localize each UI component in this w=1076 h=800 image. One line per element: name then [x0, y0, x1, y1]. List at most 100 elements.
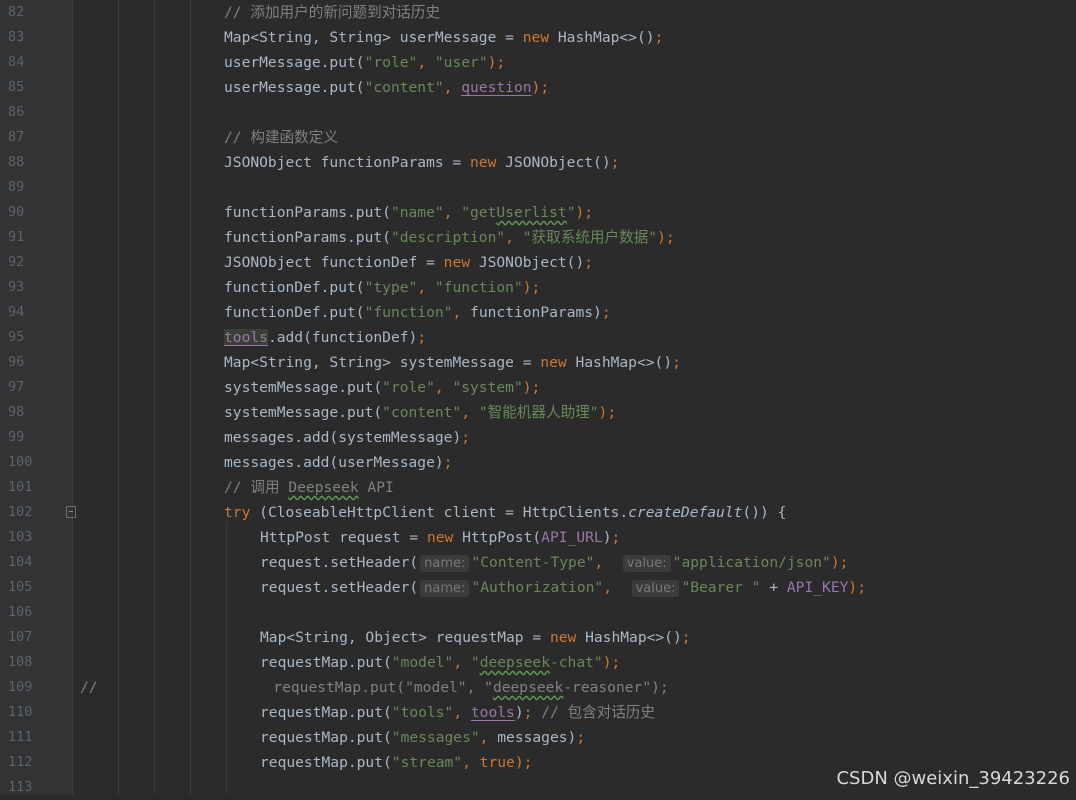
- code-token: (CloseableHttpClient client = HttpClient…: [259, 504, 629, 521]
- code-token: new: [470, 154, 506, 171]
- code-text: Map<String, String> systemMessage = new …: [224, 350, 681, 375]
- code-line[interactable]: 106: [0, 600, 1076, 625]
- code-line[interactable]: 105 request.setHeader(name: "Authorization…: [0, 575, 1076, 600]
- line-number: 96: [8, 354, 25, 370]
- code-line[interactable]: 95 tools.add(functionDef);: [0, 325, 1076, 350]
- code-line[interactable]: 90 functionParams.put("name", "getUserlis…: [0, 200, 1076, 225]
- code-token: "content": [364, 79, 444, 96]
- code-line[interactable]: 85 userMessage.put("content", question);: [0, 75, 1076, 100]
- code-token: ,: [443, 204, 462, 221]
- line-number: 94: [8, 304, 25, 320]
- code-line[interactable]: 88 JSONObject functionParams = new JSONOb…: [0, 150, 1076, 175]
- code-token: requestMap.put(: [260, 654, 392, 671]
- parameter-hint: name:: [420, 555, 470, 572]
- line-number: 83: [8, 29, 25, 45]
- code-token: ;: [584, 254, 594, 271]
- code-token: JSONObject functionDef =: [224, 254, 444, 271]
- code-line[interactable]: 91 functionParams.put("description", "获取系…: [0, 225, 1076, 250]
- code-token: );: [522, 279, 541, 296]
- code-token: ,: [453, 654, 471, 671]
- code-line[interactable]: 93 functionDef.put("type", "function");: [0, 275, 1076, 300]
- code-token: ,: [453, 704, 471, 721]
- code-text: userMessage.put("content", question);: [224, 75, 549, 100]
- code-line[interactable]: 103 HttpPost request = new HttpPost(API_U…: [0, 525, 1076, 550]
- code-text: // 添加用户的新问题到对话历史: [224, 0, 440, 25]
- code-token: "name": [390, 204, 444, 221]
- code-token: "user": [434, 54, 488, 71]
- code-text: userMessage.put("role", "user");: [224, 50, 505, 75]
- code-text: systemMessage.put("role", "system");: [224, 375, 540, 400]
- code-line[interactable]: 107 Map<String, Object> requestMap = new …: [0, 625, 1076, 650]
- code-token: messages): [497, 729, 577, 746]
- code-line[interactable]: 109 // requestMap.put("model", "deepseek-…: [0, 675, 1076, 700]
- code-token: ()) {: [742, 504, 787, 521]
- code-token: ,: [479, 729, 498, 746]
- code-line[interactable]: 111 requestMap.put("messages", messages);: [0, 725, 1076, 750]
- code-token: "Content-Type": [471, 554, 595, 571]
- code-text: systemMessage.put("content", "智能机器人助理");: [224, 400, 616, 425]
- line-number: 105: [8, 579, 33, 595]
- code-line[interactable]: 110 requestMap.put("tools", tools); // 包含…: [0, 700, 1076, 725]
- code-token: "system": [452, 379, 523, 396]
- code-line[interactable]: 89: [0, 175, 1076, 200]
- code-token: functionDef.put(: [224, 279, 365, 296]
- code-line[interactable]: 82 // 添加用户的新问题到对话历史: [0, 0, 1076, 25]
- line-number: 98: [8, 404, 25, 420]
- code-line[interactable]: 86: [0, 100, 1076, 125]
- line-number: 86: [8, 104, 25, 120]
- code-token: ,: [462, 754, 480, 771]
- code-line[interactable]: 98 systemMessage.put("content", "智能机器人助理"…: [0, 400, 1076, 425]
- code-token: API_KEY: [786, 579, 849, 596]
- code-line[interactable]: 102 try (CloseableHttpClient client = Htt…: [0, 500, 1076, 525]
- line-number: 97: [8, 379, 25, 395]
- code-token: functionDef.put(: [224, 304, 365, 321]
- code-line[interactable]: 84 userMessage.put("role", "user");: [0, 50, 1076, 75]
- code-token: messages.add(userMessage): [224, 454, 444, 471]
- code-line[interactable]: 87 // 构建函数定义: [0, 125, 1076, 150]
- code-text: // requestMap.put("model", "deepseek-rea…: [80, 675, 669, 700]
- code-line[interactable]: 100 messages.add(userMessage);: [0, 450, 1076, 475]
- line-number: 110: [8, 704, 33, 720]
- code-token: requestMap.put(: [260, 704, 392, 721]
- code-line[interactable]: 108 requestMap.put("model", "deepseek-cha…: [0, 650, 1076, 675]
- code-line[interactable]: 92 JSONObject functionDef = new JSONObjec…: [0, 250, 1076, 275]
- code-token: "Authorization": [471, 579, 604, 596]
- code-token: try: [224, 504, 260, 521]
- code-token: ,: [443, 79, 462, 96]
- code-line[interactable]: 99 messages.add(systemMessage);: [0, 425, 1076, 450]
- code-editor[interactable]: 82 // 添加用户的新问题到对话历史 83 Map<String, String> …: [0, 0, 1076, 795]
- code-token: "description": [390, 229, 506, 246]
- code-token: request.setHeader(: [260, 579, 419, 596]
- line-number: 84: [8, 54, 25, 70]
- code-token: Userlist: [496, 204, 567, 221]
- line-number: 109: [8, 679, 33, 695]
- code-token: // requestMap.put("model", ": [80, 679, 493, 696]
- line-number: 91: [8, 229, 25, 245]
- code-line[interactable]: 104 request.setHeader(name: "Content-Type"…: [0, 550, 1076, 575]
- code-line[interactable]: 94 functionDef.put("function", functionPa…: [0, 300, 1076, 325]
- line-number: 111: [8, 729, 33, 745]
- code-token: ,: [505, 229, 523, 246]
- code-line[interactable]: 96 Map<String, String> systemMessage = ne…: [0, 350, 1076, 375]
- code-token: ,: [452, 304, 471, 321]
- code-line[interactable]: 101 // 调用 Deepseek API: [0, 475, 1076, 500]
- code-line[interactable]: 83 Map<String, String> userMessage = new …: [0, 25, 1076, 50]
- code-token: ,: [434, 379, 453, 396]
- code-token: question: [461, 79, 532, 96]
- code-token: );: [575, 204, 594, 221]
- line-number: 93: [8, 279, 25, 295]
- code-token: deepseek: [479, 654, 550, 671]
- code-token: "function": [434, 279, 523, 296]
- code-token: ;: [443, 454, 453, 471]
- code-token: tools: [470, 704, 515, 721]
- line-number: 107: [8, 629, 33, 645]
- code-text: requestMap.put("stream", true);: [260, 750, 532, 775]
- code-token: -reasoner");: [563, 679, 669, 696]
- parameter-hint: value:: [622, 555, 671, 572]
- line-number: 104: [8, 554, 33, 570]
- code-token: new: [443, 254, 479, 271]
- watermark: CSDN @weixin_39423226: [836, 768, 1070, 789]
- code-token: ;: [576, 729, 586, 746]
- code-line[interactable]: 97 systemMessage.put("role", "system");: [0, 375, 1076, 400]
- code-token: "type": [364, 279, 418, 296]
